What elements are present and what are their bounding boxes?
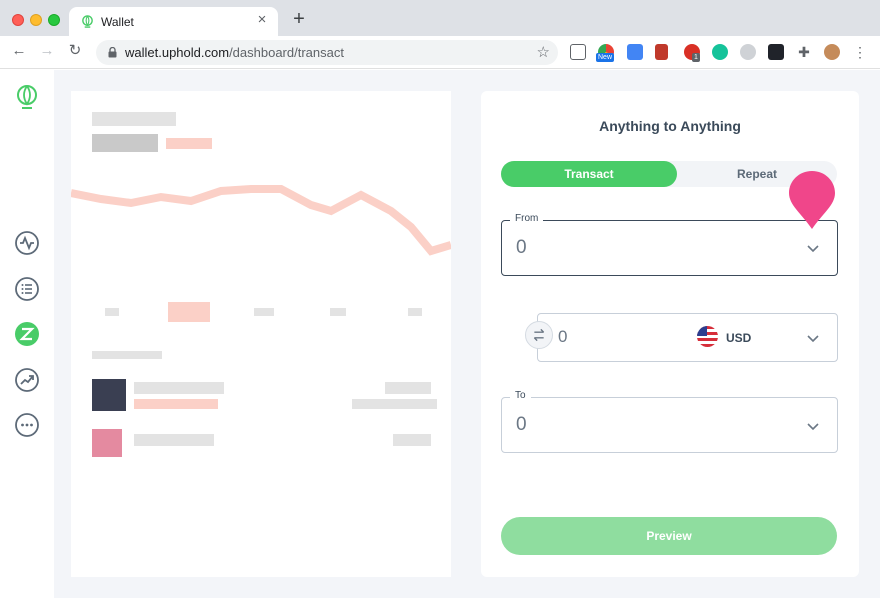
profile-avatar[interactable] bbox=[824, 44, 840, 60]
currency-chevron-down-icon[interactable] bbox=[806, 334, 820, 343]
reload-icon[interactable]: ↻ bbox=[66, 42, 84, 60]
amount-field[interactable]: 0 USD bbox=[537, 313, 838, 362]
book-extension-icon[interactable] bbox=[655, 44, 668, 60]
blurred-range-1d[interactable] bbox=[105, 308, 119, 316]
url-host: wallet.uphold.com bbox=[125, 45, 230, 60]
location-marker-icon bbox=[789, 171, 835, 229]
extensions-puzzle-icon[interactable]: ✚ bbox=[796, 44, 812, 60]
from-label: From bbox=[510, 213, 544, 224]
g-extension-icon[interactable] bbox=[740, 44, 756, 60]
blurred-heading bbox=[92, 112, 176, 126]
blurred-asset-value-2 bbox=[393, 434, 431, 446]
maximize-window-button[interactable] bbox=[48, 14, 60, 26]
back-icon[interactable]: ← bbox=[10, 42, 28, 60]
amount-value: 0 bbox=[558, 327, 568, 346]
adblock-extension-icon[interactable]: 1 bbox=[684, 44, 700, 62]
preview-button[interactable]: Preview bbox=[501, 517, 837, 555]
translate-extension-icon[interactable] bbox=[627, 44, 643, 60]
forward-icon[interactable]: → bbox=[38, 42, 56, 60]
lock-icon bbox=[108, 47, 117, 58]
adblock-count-badge: 1 bbox=[692, 53, 700, 62]
tab-transact[interactable]: Transact bbox=[501, 161, 677, 187]
blurred-range-selected[interactable] bbox=[168, 302, 210, 322]
close-tab-icon[interactable]: × bbox=[254, 12, 270, 28]
grammarly-extension-icon[interactable] bbox=[712, 44, 728, 60]
blurred-asset-name bbox=[134, 382, 224, 394]
blurred-asset-icon bbox=[92, 379, 126, 411]
blurred-asset-amount bbox=[352, 399, 437, 409]
blurred-range-all[interactable] bbox=[408, 308, 422, 316]
tab-title: Wallet bbox=[101, 15, 134, 29]
more-icon[interactable] bbox=[14, 412, 40, 438]
minimize-window-button[interactable] bbox=[30, 14, 42, 26]
blurred-balance bbox=[92, 134, 158, 152]
transact-card: Anything to Anything Transact Repeat Fro… bbox=[481, 91, 859, 577]
browser-menu-icon[interactable]: ⋮ bbox=[852, 44, 868, 60]
chevron-down-icon[interactable] bbox=[806, 244, 820, 253]
list-icon[interactable] bbox=[14, 276, 40, 302]
uphold-favicon-icon bbox=[82, 15, 93, 28]
to-label: To bbox=[510, 390, 531, 401]
card-title: Anything to Anything bbox=[599, 118, 741, 134]
close-window-button[interactable] bbox=[12, 14, 24, 26]
blurred-asset-value bbox=[385, 382, 431, 394]
url-text: wallet.uphold.com/dashboard/transact bbox=[125, 45, 344, 60]
chrome-extension-icon[interactable]: New bbox=[596, 44, 615, 62]
swap-icon[interactable] bbox=[525, 321, 553, 349]
new-tab-button[interactable]: + bbox=[290, 9, 308, 29]
activity-icon[interactable] bbox=[14, 230, 40, 256]
currency-code: USD bbox=[726, 331, 752, 345]
browser-tab[interactable]: Wallet × bbox=[69, 7, 278, 36]
url-path: /dashboard/transact bbox=[229, 45, 344, 60]
blurred-asset-name-2 bbox=[134, 434, 214, 446]
transact-icon[interactable] bbox=[14, 321, 40, 347]
sidebar bbox=[0, 70, 54, 598]
blurred-section-label bbox=[92, 351, 162, 359]
from-value: 0 bbox=[516, 237, 527, 258]
to-field[interactable]: To 0 bbox=[501, 390, 838, 453]
trending-icon[interactable] bbox=[14, 367, 40, 393]
app-container: Anything to Anything Transact Repeat Fro… bbox=[0, 70, 880, 598]
new-badge: New bbox=[596, 53, 615, 62]
browser-toolbar: ← → ↻ wallet.uphold.com/dashboard/transa… bbox=[0, 36, 880, 69]
blurred-asset-change bbox=[134, 399, 218, 409]
blurred-price-chart bbox=[71, 185, 451, 256]
blurred-range-1m[interactable] bbox=[254, 308, 274, 316]
blurred-range-1y[interactable] bbox=[330, 308, 346, 316]
uphold-logo-icon[interactable] bbox=[14, 84, 40, 110]
to-chevron-down-icon[interactable] bbox=[806, 422, 820, 431]
blurred-asset-flag-icon bbox=[92, 429, 122, 457]
to-value: 0 bbox=[516, 414, 527, 435]
bookmark-star-icon[interactable]: ☆ bbox=[537, 43, 550, 61]
blurred-change bbox=[166, 138, 212, 149]
address-bar[interactable]: wallet.uphold.com/dashboard/transact ☆ bbox=[96, 40, 558, 65]
portfolio-panel-blurred bbox=[71, 91, 451, 577]
screenshot-extension-icon[interactable] bbox=[570, 44, 586, 60]
usd-flag-icon bbox=[697, 326, 718, 347]
react-devtools-icon[interactable] bbox=[768, 44, 784, 60]
browser-titlebar: Wallet × + bbox=[0, 0, 880, 36]
